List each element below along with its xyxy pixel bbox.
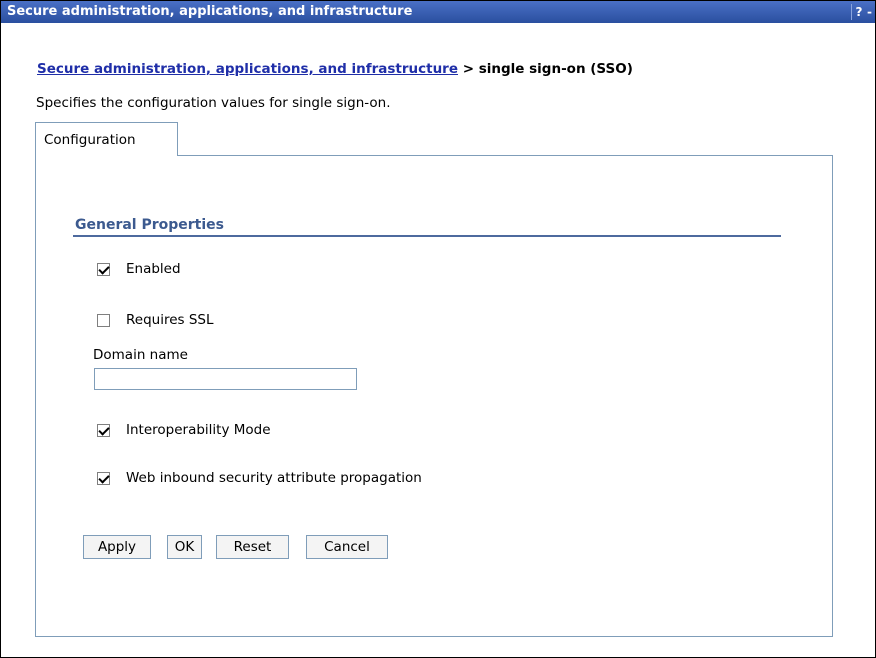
breadcrumb-parent-link[interactable]: Secure administration, applications, and… bbox=[37, 61, 458, 77]
domain-name-input[interactable] bbox=[94, 368, 357, 390]
breadcrumb: Secure administration, applications, and… bbox=[37, 61, 633, 77]
requires-ssl-label: Requires SSL bbox=[126, 312, 214, 328]
interoperability-mode-label: Interoperability Mode bbox=[126, 422, 271, 438]
title-bar: Secure administration, applications, and… bbox=[1, 1, 875, 23]
enabled-label: Enabled bbox=[126, 261, 181, 277]
web-inbound-label: Web inbound security attribute propagati… bbox=[126, 470, 422, 486]
requires-ssl-row: Requires SSL bbox=[97, 311, 214, 329]
web-inbound-row: Web inbound security attribute propagati… bbox=[97, 469, 422, 487]
domain-name-label: Domain name bbox=[93, 347, 188, 363]
cancel-button[interactable]: Cancel bbox=[306, 535, 388, 559]
interoperability-mode-row: Interoperability Mode bbox=[97, 421, 271, 439]
reset-button[interactable]: Reset bbox=[216, 535, 289, 559]
tab-configuration[interactable]: Configuration bbox=[35, 122, 178, 156]
sso-configuration-window: Secure administration, applications, and… bbox=[0, 0, 876, 658]
web-inbound-checkbox[interactable] bbox=[97, 471, 110, 485]
ok-button[interactable]: OK bbox=[167, 535, 202, 559]
minimize-button[interactable]: - bbox=[867, 4, 875, 20]
section-divider bbox=[73, 235, 781, 237]
apply-button[interactable]: Apply bbox=[83, 535, 151, 559]
breadcrumb-separator: > bbox=[462, 61, 475, 77]
requires-ssl-checkbox[interactable] bbox=[97, 313, 110, 327]
help-button[interactable]: ? bbox=[851, 4, 866, 20]
enabled-row: Enabled bbox=[97, 260, 181, 278]
general-properties-heading: General Properties bbox=[75, 217, 224, 233]
window-title: Secure administration, applications, and… bbox=[7, 4, 413, 19]
interoperability-mode-checkbox[interactable] bbox=[97, 423, 110, 437]
page-description: Specifies the configuration values for s… bbox=[36, 95, 391, 111]
breadcrumb-current: single sign-on (SSO) bbox=[478, 61, 633, 77]
enabled-checkbox[interactable] bbox=[97, 262, 110, 276]
